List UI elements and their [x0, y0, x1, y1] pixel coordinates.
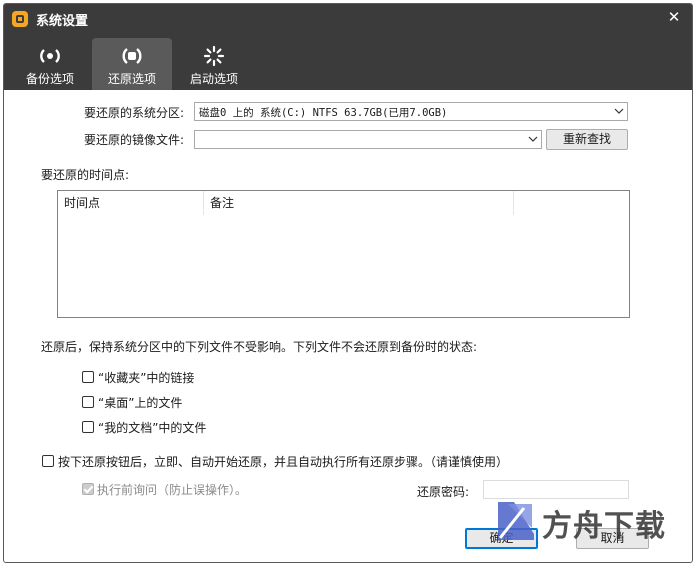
watermark-text: 方舟下载	[542, 509, 666, 544]
tab-label: 启动选项	[189, 72, 238, 86]
tab-label: 备份选项	[25, 72, 74, 86]
desktop-label: “桌面”上的文件	[98, 396, 183, 410]
restore-icon	[122, 48, 142, 64]
backup-icon	[40, 49, 60, 63]
tab-label: 还原选项	[107, 72, 156, 86]
password-label: 还原密码:	[417, 485, 470, 499]
confirm-before-label: 执行前询问（防止误操作）。	[97, 483, 248, 497]
image-file-label: 要还原的镜像文件:	[84, 133, 185, 147]
confirm-before-checkbox[interactable]	[82, 483, 94, 495]
documents-label: “我的文档”中的文件	[98, 421, 207, 435]
favorites-label: “收藏夹”中的链接	[98, 371, 195, 385]
chevron-down-icon	[528, 136, 538, 142]
watermark: 方舟下载	[494, 496, 674, 546]
partition-value: 磁盘0 上的 系统(C:) NTFS 63.7GB(已用7.0GB)	[199, 107, 448, 119]
partition-label: 要还原的系统分区:	[84, 106, 185, 120]
tab-restore-options[interactable]: 还原选项	[92, 38, 172, 90]
partition-select[interactable]: 磁盘0 上的 系统(C:) NTFS 63.7GB(已用7.0GB)	[194, 102, 628, 121]
auto-restore-label: 按下还原按钮后，立即、自动开始还原，并且自动执行所有还原步骤。（请谨慎使用）	[58, 455, 509, 469]
timepoint-label: 要还原的时间点:	[41, 168, 130, 182]
title-bar: 系统设置 ✕ 备份选项 还原选项 启动选项	[4, 4, 692, 90]
app-icon	[12, 11, 28, 27]
timepoint-list[interactable]: 时间点 备注	[57, 190, 630, 318]
chevron-down-icon	[614, 108, 624, 114]
startup-icon	[203, 45, 225, 67]
documents-checkbox[interactable]	[82, 421, 94, 433]
tab-startup-options[interactable]: 启动选项	[174, 38, 254, 90]
rescan-button[interactable]: 重新查找	[546, 129, 628, 150]
keep-files-label: 还原后，保持系统分区中的下列文件不受影响。下列文件不会还原到备份时的状态:	[41, 340, 478, 354]
auto-restore-checkbox[interactable]	[42, 455, 54, 467]
favorites-checkbox[interactable]	[82, 371, 94, 383]
column-header-timepoint[interactable]: 时间点	[58, 191, 204, 215]
close-button[interactable]: ✕	[664, 6, 684, 28]
image-file-select[interactable]	[194, 130, 542, 149]
column-header-note[interactable]: 备注	[204, 191, 514, 215]
window-title: 系统设置	[36, 14, 89, 29]
watermark-logo	[498, 502, 534, 540]
list-header: 时间点 备注	[58, 191, 629, 215]
settings-window: 系统设置 ✕ 备份选项 还原选项 启动选项 要还原的系统分区: 磁盘0 上的 系…	[3, 3, 693, 563]
desktop-checkbox[interactable]	[82, 396, 94, 408]
tab-backup-options[interactable]: 备份选项	[10, 38, 90, 90]
